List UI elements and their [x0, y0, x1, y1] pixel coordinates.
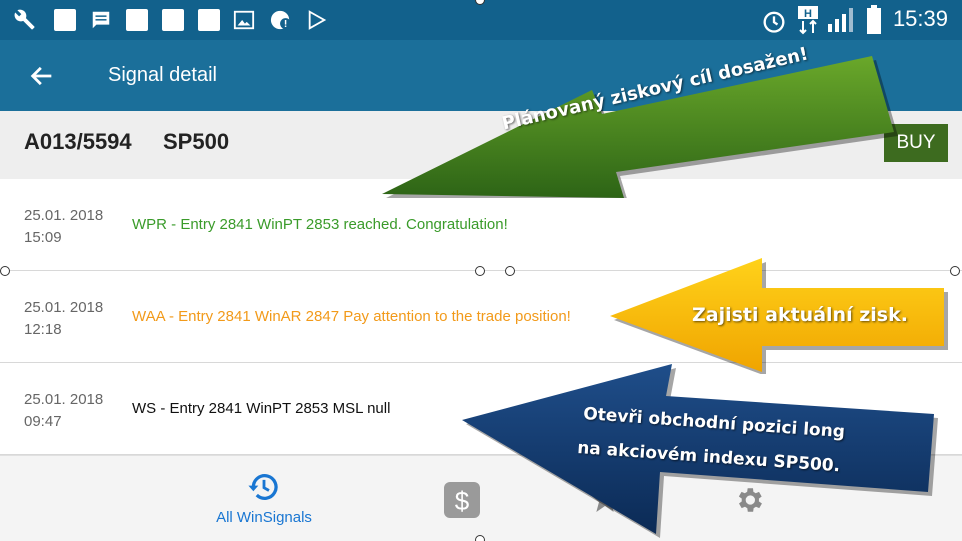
square-icon: [54, 9, 76, 31]
image-icon: [233, 10, 255, 30]
page-title: Signal detail: [108, 64, 217, 86]
green-annotation-arrow: Plánovaný ziskový cíl dosažen!: [378, 43, 898, 198]
yellow-annotation-arrow: Zajisti aktuální zisk.: [608, 256, 954, 374]
h-signal-icon: H: [798, 6, 818, 35]
row-message: WPR - Entry 2841 WinPT 2853 reached. Con…: [132, 216, 508, 233]
square-icon: [198, 9, 220, 31]
row-date: 25.01. 2018: [24, 207, 104, 224]
clock: 15:39: [892, 6, 948, 31]
row-time: 12:18: [24, 321, 62, 338]
row-date: 25.01. 2018: [24, 299, 104, 316]
selection-handle[interactable]: [0, 266, 10, 276]
battery-icon: [867, 5, 881, 34]
selection-handle[interactable]: [475, 535, 485, 541]
nav-all-winsignals[interactable]: All WinSignals: [194, 456, 334, 541]
row-date: 25.01. 2018: [24, 391, 104, 408]
wrench-icon: [14, 9, 35, 30]
nav-label: All WinSignals: [216, 509, 312, 526]
row-datetime: 25.01. 2018 12:18: [24, 297, 103, 341]
row-time: 15:09: [24, 229, 62, 246]
status-bar: H 15:39: [0, 0, 962, 40]
svg-text:H: H: [804, 8, 812, 20]
green-arrow-shape: [382, 56, 898, 198]
blue-annotation-arrow: Otevři obchodní pozici long na akciovém …: [460, 362, 946, 538]
play-store-icon: [308, 10, 327, 30]
yellow-annotation-text: Zajisti aktuální zisk.: [692, 304, 908, 326]
row-message: WAA - Entry 2841 WinAR 2847 Pay attentio…: [132, 308, 571, 325]
square-icon: [126, 9, 148, 31]
signal-bars-icon: [828, 8, 853, 32]
back-arrow-icon[interactable]: [28, 62, 56, 90]
row-datetime: 25.01. 2018 09:47: [24, 389, 103, 433]
selection-handle[interactable]: [505, 266, 515, 276]
alarm-icon: [763, 11, 785, 33]
square-icon: [162, 9, 184, 31]
row-time: 09:47: [24, 413, 62, 430]
signal-id: A013/5594: [24, 129, 132, 154]
row-datetime: 25.01. 2018 15:09: [24, 205, 103, 249]
selection-handle[interactable]: [475, 266, 485, 276]
message-icon: [92, 11, 110, 29]
signal-symbol: SP500: [163, 129, 230, 154]
history-icon: [248, 474, 278, 500]
selection-handle[interactable]: [950, 266, 960, 276]
row-message: WS - Entry 2841 WinPT 2853 MSL null: [132, 400, 391, 417]
alert-icon: [270, 10, 292, 30]
